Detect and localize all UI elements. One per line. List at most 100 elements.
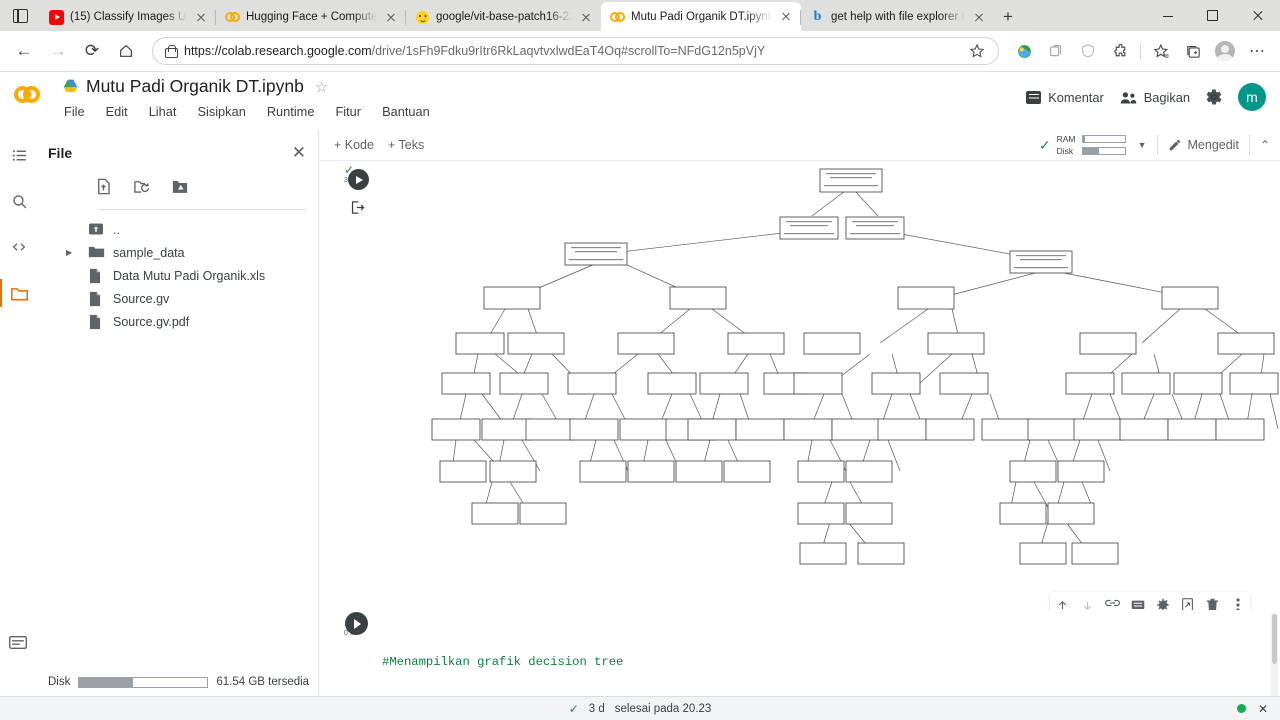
editing-mode-button[interactable]: Mengedit (1168, 138, 1239, 152)
menu-item-runtime[interactable]: Runtime (265, 103, 317, 120)
parent-folder-icon (88, 222, 105, 237)
tab-list-icon (12, 8, 28, 23)
profile-icon[interactable] (1210, 36, 1240, 66)
menu-item-edit[interactable]: Edit (104, 103, 130, 120)
runtime-resources[interactable]: ✓ RAM Disk ▼ (1039, 134, 1147, 156)
favorite-add-icon[interactable] (962, 36, 992, 66)
toolbar-divider (1248, 135, 1250, 155)
forward-arrow-icon[interactable]: → (42, 35, 74, 67)
file-entry-sample-data[interactable]: ▶ sample_data (38, 241, 318, 264)
browser-tab-youtube[interactable]: (15) Classify Images Using Py (40, 3, 216, 31)
code-editor[interactable]: #Menampilkan grafik decision tree fig1 =… (380, 612, 1260, 720)
menu-item-bantuan[interactable]: Bantuan (380, 103, 432, 120)
file-entry-label: Data Mutu Padi Organik.xls (113, 268, 266, 283)
decision-tree-output-image (380, 161, 1280, 591)
address-bar[interactable]: https://colab.research.google.com/drive/… (152, 37, 999, 65)
home-icon[interactable] (110, 35, 142, 67)
collections-icon[interactable] (1041, 36, 1071, 66)
comment-icon (1026, 90, 1042, 104)
file-browser-panel: File ✕ ▶ .. ▶ (38, 130, 319, 700)
table-of-contents-icon[interactable] (8, 144, 30, 166)
menu-item-fitur[interactable]: Fitur (333, 103, 363, 120)
file-entry-source-gv-pdf[interactable]: ▶ Source.gv.pdf (38, 310, 318, 333)
star-icon[interactable]: ☆ (315, 78, 328, 96)
url-text: https://colab.research.google.com/drive/… (184, 44, 766, 58)
pencil-icon (1168, 138, 1182, 152)
file-panel-title: File (48, 144, 73, 161)
tab-title: google/vit-base-patch16-224 (436, 11, 572, 23)
tab-list-button[interactable] (0, 0, 40, 31)
share-button[interactable]: Bagikan (1119, 90, 1190, 105)
code-cell-scrollbar[interactable] (1271, 614, 1278, 698)
file-icon (88, 314, 105, 330)
file-entry-data-mutu-padi-organik-xls[interactable]: ▶ Data Mutu Padi Organik.xls (38, 264, 318, 287)
puzzle-icon[interactable] (1105, 36, 1135, 66)
more-settings-icon[interactable]: ⋯ (1242, 36, 1272, 66)
browser-tab-hugging-face-computer-vision[interactable]: Hugging Face + Computer Vi (215, 3, 406, 31)
run-cell-icon[interactable] (348, 169, 369, 190)
window-maximize-button[interactable] (1190, 0, 1235, 31)
disk-meter: Disk (1057, 146, 1126, 156)
run-cell-icon[interactable] (345, 612, 368, 635)
browser-tab-vit-base-patch16[interactable]: google/vit-base-patch16-224 (405, 3, 601, 31)
browser-tab-get-help-file-explorer[interactable]: b get help with file explorer in w (800, 3, 994, 31)
colab-menu-bar: File Edit Lihat Sisipkan Runtime Fitur B… (62, 103, 432, 120)
code-snippets-icon[interactable] (8, 236, 30, 258)
file-entry-parent[interactable]: ▶ .. (38, 218, 318, 241)
shield-icon[interactable] (1073, 36, 1103, 66)
disk-free-label: 61.54 GB tersedia (216, 676, 310, 688)
upload-file-icon[interactable] (94, 177, 114, 197)
comment-button[interactable]: Komentar (1026, 89, 1104, 105)
tab-title: Hugging Face + Computer Vi (246, 11, 377, 23)
mount-drive-icon[interactable] (170, 177, 190, 197)
file-panel-actions (38, 169, 318, 205)
reload-icon[interactable]: ⟳ (76, 35, 108, 67)
tab-close-icon[interactable] (193, 9, 209, 25)
page-title: Mutu Padi Organik DT.ipynb (86, 76, 304, 96)
globe-icon[interactable] (1009, 36, 1039, 66)
favorites-icon[interactable] (1146, 36, 1176, 66)
back-arrow-icon[interactable]: ← (8, 35, 40, 67)
avatar (1215, 41, 1235, 61)
status-close-icon[interactable]: ✕ (1258, 702, 1268, 716)
disk-fill (1082, 148, 1100, 154)
tab-collection-icon[interactable] (1178, 36, 1208, 66)
file-entry-source-gv[interactable]: ▶ Source.gv (38, 287, 318, 310)
new-tab-button[interactable]: + (994, 3, 1022, 31)
tab-list: (15) Classify Images Using Py Hugging Fa… (40, 0, 1145, 31)
close-icon[interactable]: ✕ (292, 144, 306, 161)
ram-fill (1082, 136, 1086, 142)
menu-item-file[interactable]: File (62, 103, 87, 120)
browser-tab-mutu-padi-organik[interactable]: Mutu Padi Organik DT.ipynb (601, 2, 801, 31)
gear-icon[interactable] (1205, 88, 1223, 106)
menu-item-sisipkan[interactable]: Sisipkan (195, 103, 247, 120)
status-duration: 3 d (588, 702, 605, 715)
tab-close-icon[interactable] (578, 9, 594, 25)
tab-close-icon[interactable] (383, 9, 399, 25)
terminal-icon[interactable] (8, 634, 30, 656)
decision-tree-graphviz (431, 168, 1279, 565)
tab-close-icon[interactable] (971, 9, 987, 25)
files-icon[interactable] (0, 279, 30, 307)
comment-label: Komentar (1048, 89, 1104, 105)
menu-item-lihat[interactable]: Lihat (147, 103, 179, 120)
colab-logo[interactable] (14, 84, 54, 106)
expand-arrow-icon[interactable]: ▶ (66, 248, 75, 257)
refresh-folder-icon[interactable] (132, 177, 152, 197)
status-message: selesai pada 20.23 (614, 702, 712, 715)
tab-close-icon[interactable] (778, 9, 794, 25)
user-avatar[interactable]: m (1238, 83, 1266, 111)
youtube-icon (49, 9, 64, 25)
output-link-icon[interactable] (349, 199, 367, 217)
chevron-down-icon[interactable]: ▼ (1138, 140, 1147, 150)
disk-usage-footer: Disk 61.54 GB tersedia (38, 676, 319, 688)
sidebar-rail (0, 130, 38, 700)
document-title-row: Mutu Padi Organik DT.ipynb ☆ (62, 76, 328, 97)
file-entry-label: Source.gv.pdf (113, 314, 190, 329)
window-close-button[interactable] (1235, 0, 1280, 31)
add-text-cell-button[interactable]: + Teks (388, 138, 424, 152)
chevron-up-icon[interactable]: ⌃ (1260, 138, 1270, 152)
window-minimize-button[interactable] (1145, 0, 1190, 31)
search-icon[interactable] (8, 190, 30, 212)
add-code-cell-button[interactable]: + Kode (334, 138, 374, 152)
